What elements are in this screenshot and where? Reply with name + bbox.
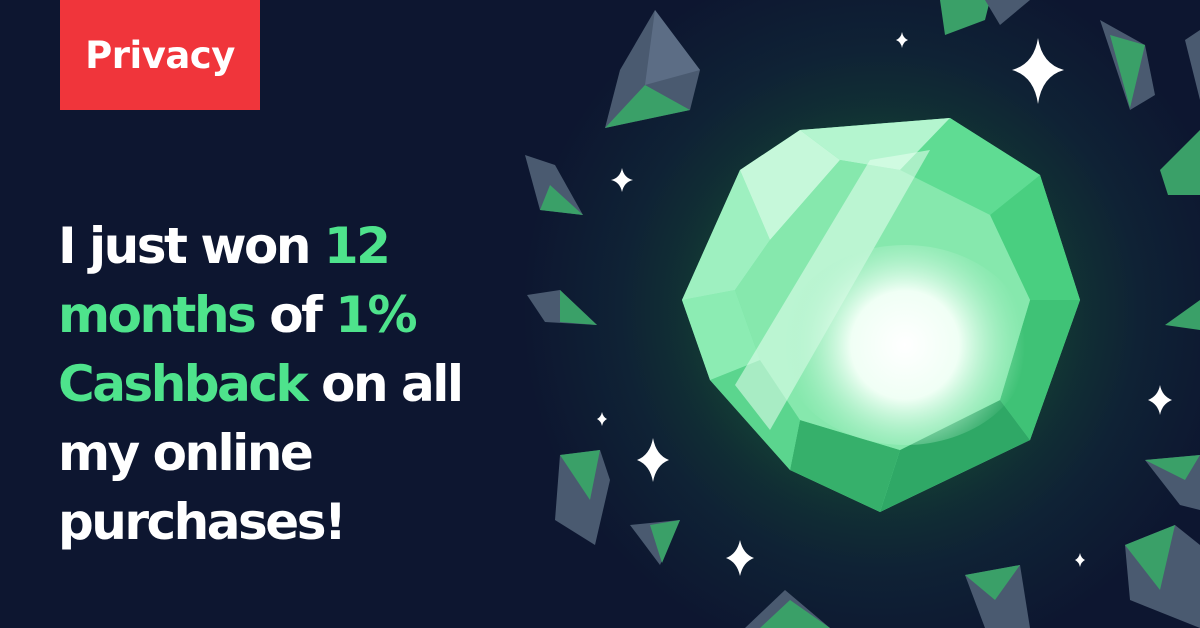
decorative-artwork — [525, 0, 1200, 628]
promo-banner: Privacy I just won 12 months of 1% Cashb… — [0, 0, 1200, 628]
